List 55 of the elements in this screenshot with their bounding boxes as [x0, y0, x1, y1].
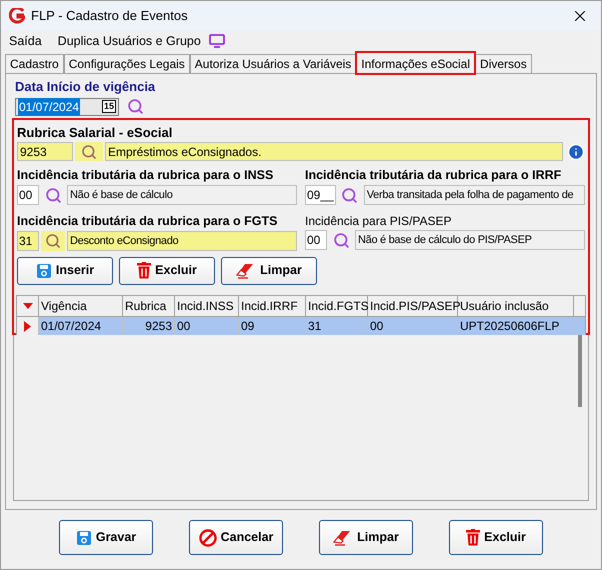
app-logo-icon [9, 8, 25, 24]
footer-button[interactable]: Gravar [59, 520, 153, 555]
footer-button[interactable]: Excluir [449, 520, 543, 555]
code-field[interactable]: 09__ [305, 185, 336, 206]
description-field: Desconto eConsignado [67, 231, 297, 251]
action-button[interactable]: Limpar [221, 256, 317, 284]
date-field[interactable]: 01/07/2024 15 [15, 98, 119, 116]
description-field: Verba transitada pela folha de pagamento de [364, 185, 585, 206]
sort-arrow-icon[interactable] [22, 302, 32, 308]
action-button[interactable]: Excluir [119, 256, 215, 284]
description-field: Não é base de cálculo [67, 185, 297, 206]
column-header[interactable]: Incid.INSS [175, 296, 239, 316]
code-field[interactable]: 9253 [17, 142, 73, 161]
footer-button[interactable]: Cancelar [189, 520, 283, 555]
scrollbar-thumb[interactable] [578, 334, 582, 406]
field-label: Incidência para PIS/PASEP [305, 212, 453, 230]
field-label: Data Início de vigência [15, 78, 156, 96]
description-field: Não é base de cálculo do PIS/PASEP [355, 230, 585, 250]
tab[interactable]: Informações eSocial [356, 52, 476, 74]
search-icon[interactable] [127, 98, 144, 115]
tab[interactable]: Autoriza Usuários a Variáveis [190, 54, 356, 73]
trash-icon [137, 262, 152, 279]
search-icon[interactable] [44, 186, 62, 204]
column-header[interactable]: Vigência [39, 296, 123, 316]
search-icon[interactable] [341, 186, 358, 204]
field-label: Incidência tributária da rubrica para o IRRF [305, 167, 562, 184]
info-icon[interactable] [567, 142, 585, 160]
menu-item[interactable]: Saída [9, 32, 42, 50]
tab[interactable]: Configurações Legais [64, 54, 190, 73]
code-field[interactable]: 00 [17, 185, 39, 206]
column-header[interactable]: Rubrica [123, 296, 175, 316]
search-icon[interactable] [81, 144, 97, 160]
field-label: Incidência tributária da rubrica para o FGTS [17, 212, 278, 230]
field-label: Rubrica Salarial - eSocial [17, 124, 174, 142]
field-label: Incidência tributária da rubrica para o INSS [17, 167, 274, 184]
prohibited-icon [198, 528, 217, 546]
trash-icon [466, 529, 480, 546]
column-header[interactable]: Incid.FGTS [306, 296, 368, 316]
column-header[interactable]: Incid.PIS/PASEP [368, 296, 458, 316]
code-field[interactable]: 00 [305, 230, 327, 250]
search-icon[interactable] [45, 233, 61, 249]
row-pointer-icon [24, 320, 31, 332]
window-title: FLP - Cadastro de Eventos [31, 7, 188, 26]
column-header[interactable]: Incid.IRRF [239, 296, 306, 316]
table-row[interactable]: 01/07/2024 9253 00 09 31 00 UPT20250606FLP [17, 316, 585, 336]
action-button[interactable]: Inserir [17, 256, 113, 284]
monitor-icon[interactable] [208, 34, 225, 48]
tab[interactable]: Cadastro [5, 54, 64, 73]
search-icon[interactable] [332, 232, 350, 249]
menu-item[interactable]: Duplica Usuários e Grupo [58, 32, 201, 50]
calendar-button[interactable]: 15 [102, 100, 116, 113]
footer-button[interactable]: Limpar [319, 520, 413, 555]
tab[interactable]: Diversos [475, 54, 532, 73]
code-field[interactable]: 31 [17, 231, 39, 251]
description-field: Empréstimos eConsignados. [105, 142, 563, 161]
